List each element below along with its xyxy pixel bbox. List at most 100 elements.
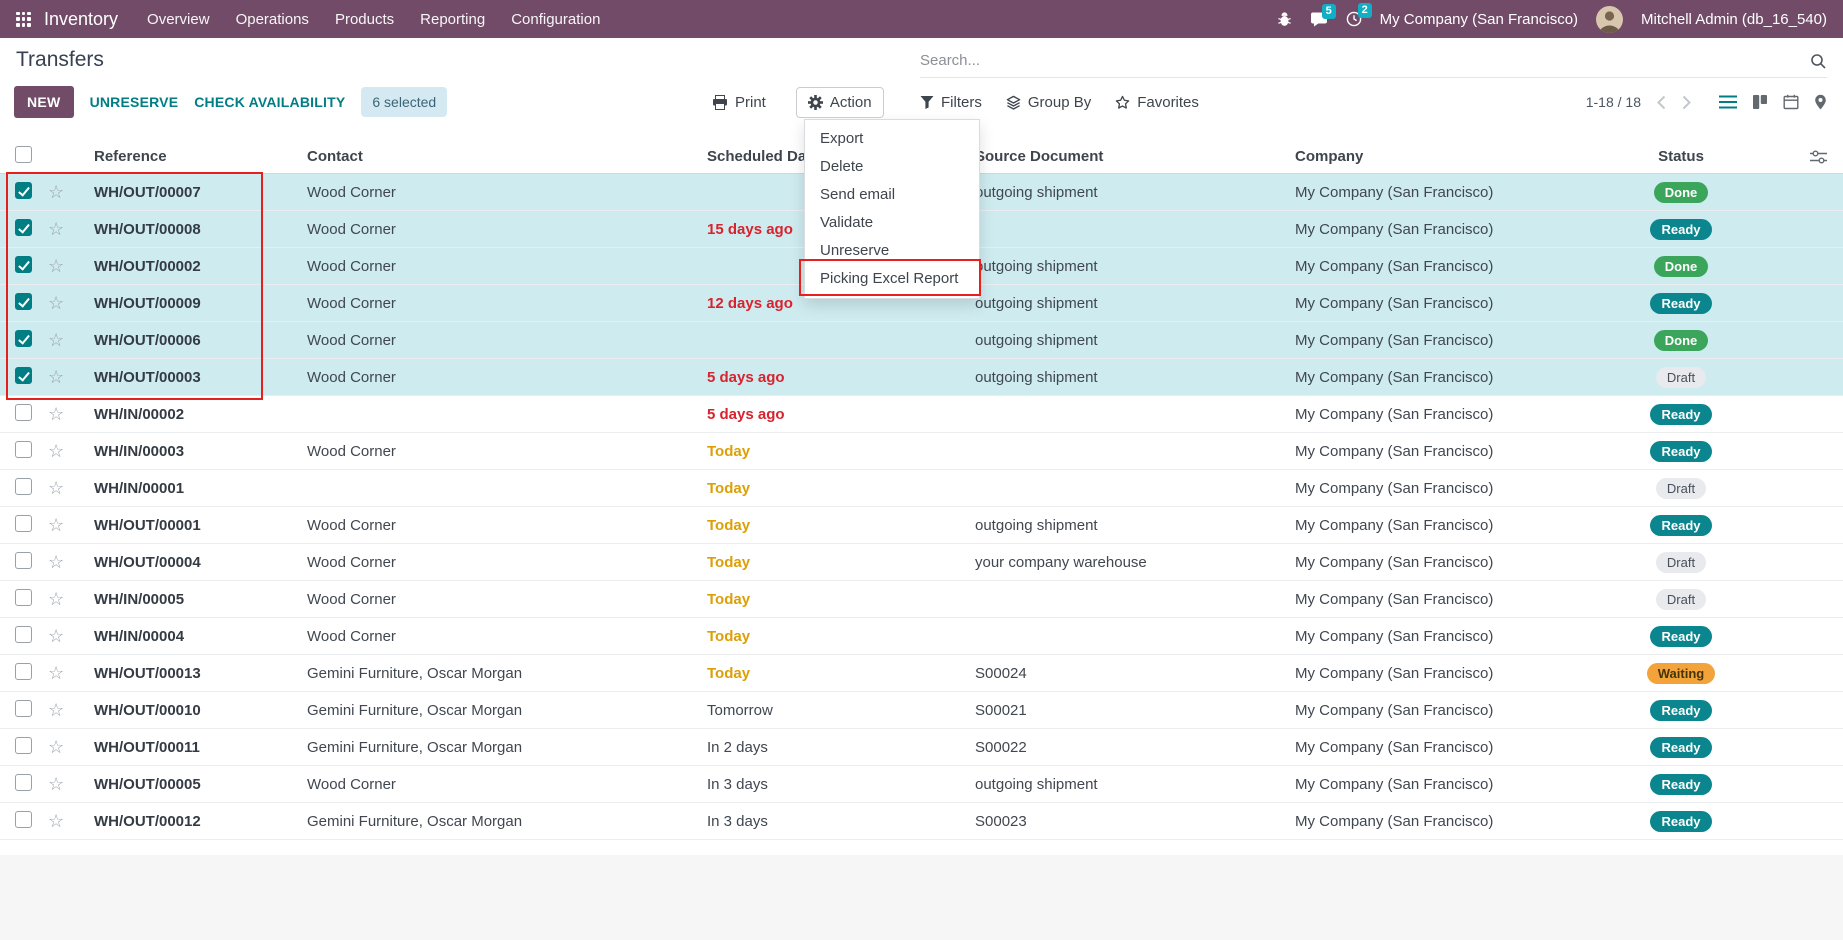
menu-item-operations[interactable]: Operations [236, 11, 309, 28]
favorite-star-icon[interactable]: ☆ [48, 405, 64, 424]
scheduled-date-cell: In 3 days [703, 776, 971, 793]
status-badge: Ready [1650, 293, 1711, 314]
favorite-star-icon[interactable]: ☆ [48, 442, 64, 461]
calendar-view-icon[interactable] [1781, 92, 1801, 112]
action-menu-item-export[interactable]: Export [805, 125, 979, 153]
table-row[interactable]: ☆ WH/OUT/00005 Wood Corner In 3 days out… [0, 766, 1843, 803]
favorites-button[interactable]: Favorites [1115, 94, 1199, 111]
column-header-status[interactable]: Status [1601, 148, 1761, 165]
column-header-reference[interactable]: Reference [88, 148, 303, 165]
table-row[interactable]: ☆ WH/IN/00003 Wood Corner Today My Compa… [0, 433, 1843, 470]
check-availability-button[interactable]: CHECK AVAILABILITY [194, 94, 345, 110]
apps-menu-icon[interactable] [16, 12, 31, 27]
reference-cell: WH/OUT/00013 [88, 665, 303, 682]
action-menu-item-validate[interactable]: Validate [805, 209, 979, 237]
favorite-star-icon[interactable]: ☆ [48, 331, 64, 350]
row-checkbox[interactable] [15, 515, 32, 532]
action-menu-item-picking-excel-report[interactable]: Picking Excel Report [805, 265, 979, 293]
user-menu[interactable]: Mitchell Admin (db_16_540) [1641, 11, 1827, 28]
favorite-star-icon[interactable]: ☆ [48, 479, 64, 498]
scheduled-date-cell: Today [703, 480, 971, 497]
search-input[interactable] [920, 52, 1809, 69]
print-button[interactable]: Print [712, 94, 766, 111]
list-view-icon[interactable] [1717, 92, 1739, 112]
row-checkbox[interactable] [15, 737, 32, 754]
row-checkbox[interactable] [15, 626, 32, 643]
reference-cell: WH/OUT/00011 [88, 739, 303, 756]
column-header-company[interactable]: Company [1291, 148, 1601, 165]
map-view-icon[interactable] [1812, 92, 1829, 112]
favorite-star-icon[interactable]: ☆ [48, 368, 64, 387]
table-row[interactable]: ☆ WH/OUT/00004 Wood Corner Today your co… [0, 544, 1843, 581]
action-menu-item-send-email[interactable]: Send email [805, 181, 979, 209]
column-header-contact[interactable]: Contact [303, 148, 703, 165]
favorite-star-icon[interactable]: ☆ [48, 775, 64, 794]
row-checkbox[interactable] [15, 552, 32, 569]
row-checkbox[interactable] [15, 256, 32, 273]
menu-item-overview[interactable]: Overview [147, 11, 210, 28]
kanban-view-icon[interactable] [1750, 92, 1770, 112]
favorite-star-icon[interactable]: ☆ [48, 294, 64, 313]
debug-bug-icon[interactable] [1277, 12, 1292, 27]
favorite-star-icon[interactable]: ☆ [48, 590, 64, 609]
table-row[interactable]: ☆ WH/OUT/00013 Gemini Furniture, Oscar M… [0, 655, 1843, 692]
action-menu-item-delete[interactable]: Delete [805, 153, 979, 181]
favorite-star-icon[interactable]: ☆ [48, 738, 64, 757]
unreserve-button[interactable]: UNRESERVE [90, 94, 179, 110]
row-checkbox[interactable] [15, 441, 32, 458]
favorite-star-icon[interactable]: ☆ [48, 664, 64, 683]
status-badge: Ready [1650, 515, 1711, 536]
activities-clock-icon[interactable]: 2 [1346, 11, 1362, 27]
table-row[interactable]: ☆ WH/IN/00001 Today My Company (San Fran… [0, 470, 1843, 507]
table-row[interactable]: ☆ WH/IN/00002 5 days ago My Company (San… [0, 396, 1843, 433]
contact-cell: Wood Corner [303, 554, 703, 571]
group-by-button[interactable]: Group By [1006, 94, 1091, 111]
favorite-star-icon[interactable]: ☆ [48, 553, 64, 572]
action-menu-item-unreserve[interactable]: Unreserve [805, 237, 979, 265]
table-row[interactable]: ☆ WH/OUT/00011 Gemini Furniture, Oscar M… [0, 729, 1843, 766]
column-header-source-document[interactable]: Source Document [971, 148, 1291, 165]
app-name[interactable]: Inventory [44, 9, 118, 30]
row-checkbox[interactable] [15, 404, 32, 421]
menu-item-configuration[interactable]: Configuration [511, 11, 600, 28]
row-checkbox[interactable] [15, 219, 32, 236]
favorite-star-icon[interactable]: ☆ [48, 812, 64, 831]
table-row[interactable]: ☆ WH/OUT/00003 Wood Corner 5 days ago ou… [0, 359, 1843, 396]
row-checkbox[interactable] [15, 589, 32, 606]
select-all-checkbox[interactable] [15, 146, 32, 163]
favorite-star-icon[interactable]: ☆ [48, 257, 64, 276]
menu-item-reporting[interactable]: Reporting [420, 11, 485, 28]
company-cell: My Company (San Francisco) [1291, 443, 1601, 460]
table-row[interactable]: ☆ WH/OUT/00001 Wood Corner Today outgoin… [0, 507, 1843, 544]
favorite-star-icon[interactable]: ☆ [48, 220, 64, 239]
table-row[interactable]: ☆ WH/OUT/00006 Wood Corner outgoing ship… [0, 322, 1843, 359]
favorite-star-icon[interactable]: ☆ [48, 701, 64, 720]
pager-previous-icon[interactable] [1655, 93, 1668, 112]
table-row[interactable]: ☆ WH/OUT/00010 Gemini Furniture, Oscar M… [0, 692, 1843, 729]
action-button[interactable]: Action [796, 87, 884, 118]
menu-item-products[interactable]: Products [335, 11, 394, 28]
avatar[interactable] [1596, 6, 1623, 33]
row-checkbox[interactable] [15, 367, 32, 384]
new-button[interactable]: NEW [14, 86, 74, 118]
row-checkbox[interactable] [15, 182, 32, 199]
messages-icon[interactable]: 5 [1310, 12, 1328, 27]
row-checkbox[interactable] [15, 330, 32, 347]
favorite-star-icon[interactable]: ☆ [48, 627, 64, 646]
table-row[interactable]: ☆ WH/IN/00004 Wood Corner Today My Compa… [0, 618, 1843, 655]
table-row[interactable]: ☆ WH/OUT/00012 Gemini Furniture, Oscar M… [0, 803, 1843, 840]
row-checkbox[interactable] [15, 663, 32, 680]
favorite-star-icon[interactable]: ☆ [48, 516, 64, 535]
row-checkbox[interactable] [15, 811, 32, 828]
row-checkbox[interactable] [15, 478, 32, 495]
search-icon[interactable] [1809, 52, 1827, 70]
filters-button[interactable]: Filters [920, 94, 982, 111]
row-checkbox[interactable] [15, 774, 32, 791]
pager-next-icon[interactable] [1680, 93, 1693, 112]
row-checkbox[interactable] [15, 293, 32, 310]
company-switcher[interactable]: My Company (San Francisco) [1380, 11, 1578, 28]
optional-columns-icon[interactable] [1810, 150, 1827, 164]
favorite-star-icon[interactable]: ☆ [48, 183, 64, 202]
table-row[interactable]: ☆ WH/IN/00005 Wood Corner Today My Compa… [0, 581, 1843, 618]
row-checkbox[interactable] [15, 700, 32, 717]
